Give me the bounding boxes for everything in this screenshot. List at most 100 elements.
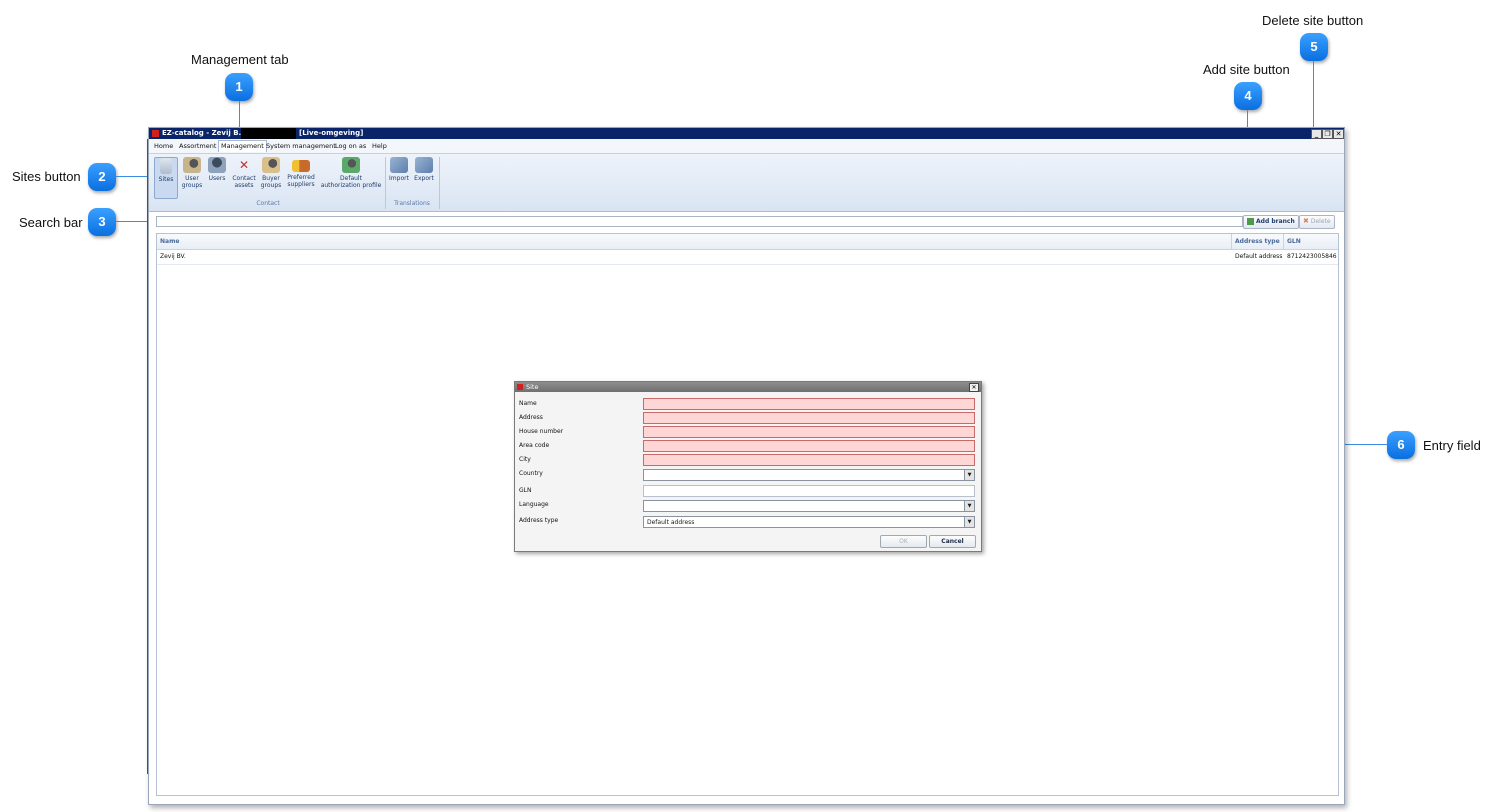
- window-title: EZ-catalog - Zevij B.V. -: [162, 129, 254, 137]
- default-auth-label-1: Default: [340, 175, 362, 182]
- buyer-groups-button[interactable]: Buyer groups: [259, 157, 283, 189]
- column-header-address-type[interactable]: Address type: [1232, 234, 1284, 249]
- menu-assortment[interactable]: Assortment: [177, 141, 218, 152]
- label-country: Country: [519, 470, 543, 477]
- contact-assets-button[interactable]: ✕ Contact assets: [231, 157, 257, 189]
- add-branch-icon: [1247, 218, 1254, 225]
- sites-label: Sites: [158, 176, 174, 183]
- cell-gln: 8712423005846: [1287, 253, 1337, 260]
- address-type-value: Default address: [647, 519, 695, 526]
- ribbon: Sites User groups Users ✕ Contact assets…: [149, 154, 1344, 212]
- menu-bar: Home Assortment Management System manage…: [149, 139, 1344, 154]
- label-language: Language: [519, 501, 549, 508]
- search-row: Add branch ✖ Delete: [149, 214, 1344, 230]
- gln-field[interactable]: [643, 485, 975, 497]
- callout-label-management-tab: Management tab: [191, 52, 289, 67]
- users-label: Users: [208, 175, 226, 182]
- delete-label: Delete: [1310, 218, 1331, 225]
- add-branch-button[interactable]: Add branch: [1243, 215, 1299, 229]
- app-window: EZ-catalog - Zevij B.V. - [Live-omgeving…: [148, 127, 1345, 805]
- ok-button[interactable]: OK: [880, 535, 927, 548]
- chevron-down-icon[interactable]: ▼: [964, 517, 974, 527]
- label-address: Address: [519, 414, 543, 421]
- cell-address-type: Default address: [1235, 253, 1283, 260]
- label-name: Name: [519, 400, 537, 407]
- cancel-button[interactable]: Cancel: [929, 535, 976, 548]
- search-input[interactable]: [156, 216, 1243, 227]
- user-groups-button[interactable]: User groups: [180, 157, 204, 189]
- site-dialog: Site ✕ Name Address House number Area co…: [514, 381, 982, 552]
- import-label: Import: [389, 175, 409, 182]
- label-city: City: [519, 456, 531, 463]
- import-button[interactable]: Import: [388, 157, 410, 182]
- area-code-field[interactable]: [643, 440, 975, 452]
- cell-name: Zevij BV.: [160, 253, 186, 260]
- users-icon: [208, 157, 226, 173]
- app-logo-icon: [152, 130, 159, 137]
- menu-help[interactable]: Help: [370, 141, 389, 152]
- name-field[interactable]: [643, 398, 975, 410]
- title-bar: EZ-catalog - Zevij B.V. - [Live-omgeving…: [149, 128, 1344, 139]
- address-field[interactable]: [643, 412, 975, 424]
- delete-button[interactable]: ✖ Delete: [1299, 215, 1335, 229]
- redacted-block: [241, 128, 296, 139]
- export-button[interactable]: Export: [413, 157, 435, 182]
- minimize-button[interactable]: _: [1311, 129, 1322, 139]
- chevron-down-icon[interactable]: ▼: [964, 501, 974, 511]
- callout-badge-4: 4: [1234, 82, 1262, 110]
- preferred-suppliers-label-2: suppliers: [287, 181, 315, 188]
- menu-management[interactable]: Management: [218, 140, 267, 152]
- buyer-groups-label-1: Buyer: [262, 175, 280, 182]
- callout-label-delete-site: Delete site button: [1262, 13, 1364, 28]
- table-row[interactable]: Zevij BV. Default address 8712423005846: [157, 250, 1338, 265]
- callout-label-sites-button: Sites button: [12, 169, 81, 184]
- authorization-profile-icon: [342, 157, 360, 173]
- export-label: Export: [414, 175, 434, 182]
- restore-button[interactable]: ❐: [1322, 129, 1333, 139]
- language-select[interactable]: ▼: [643, 500, 975, 512]
- city-field[interactable]: [643, 454, 975, 466]
- contact-assets-icon: ✕: [238, 158, 250, 172]
- label-address-type: Address type: [519, 517, 559, 524]
- default-authorization-profile-button[interactable]: Default authorization profile: [319, 157, 383, 189]
- menu-system-management[interactable]: System management: [264, 141, 338, 152]
- dialog-logo-icon: [517, 384, 523, 390]
- chevron-down-icon[interactable]: ▼: [964, 470, 974, 480]
- label-gln: GLN: [519, 487, 532, 494]
- import-icon: [390, 157, 408, 173]
- close-button[interactable]: ✕: [1333, 129, 1344, 139]
- country-select[interactable]: ▼: [643, 469, 975, 481]
- group-label-contact: Contact: [256, 200, 280, 207]
- callout-badge-2: 2: [88, 163, 116, 191]
- export-icon: [415, 157, 433, 173]
- sites-button[interactable]: Sites: [154, 157, 178, 199]
- dialog-close-button[interactable]: ✕: [969, 383, 979, 392]
- address-type-select[interactable]: Default address ▼: [643, 516, 975, 528]
- contact-assets-label-2: assets: [234, 182, 254, 189]
- dialog-title-bar: Site ✕: [515, 382, 981, 392]
- group-separator-2: [439, 157, 440, 209]
- dialog-title: Site: [526, 383, 539, 391]
- column-header-gln[interactable]: GLN: [1284, 234, 1338, 249]
- preferred-suppliers-button[interactable]: Preferred suppliers: [286, 157, 316, 188]
- menu-log-on-as[interactable]: Log on as: [333, 141, 368, 152]
- user-groups-label-1: User: [185, 175, 199, 182]
- users-button[interactable]: Users: [207, 157, 227, 182]
- contact-assets-label-1: Contact: [232, 175, 256, 182]
- user-groups-icon: [183, 157, 201, 173]
- callout-badge-6: 6: [1387, 431, 1415, 459]
- default-auth-label-2: authorization profile: [320, 182, 382, 189]
- label-area-code: Area code: [519, 442, 550, 449]
- menu-home[interactable]: Home: [152, 141, 175, 152]
- table-header: Name Address type GLN: [157, 234, 1338, 250]
- callout-label-search-bar: Search bar: [19, 215, 83, 230]
- building-icon: [160, 158, 172, 174]
- preferred-suppliers-label-1: Preferred: [287, 174, 315, 181]
- house-number-field[interactable]: [643, 426, 975, 438]
- callout-badge-5: 5: [1300, 33, 1328, 61]
- user-groups-label-2: groups: [181, 182, 203, 189]
- group-label-translations: Translations: [394, 200, 430, 207]
- column-header-name[interactable]: Name: [157, 234, 1232, 249]
- environment-label: [Live-omgeving]: [299, 129, 364, 137]
- callout-badge-1: 1: [225, 73, 253, 101]
